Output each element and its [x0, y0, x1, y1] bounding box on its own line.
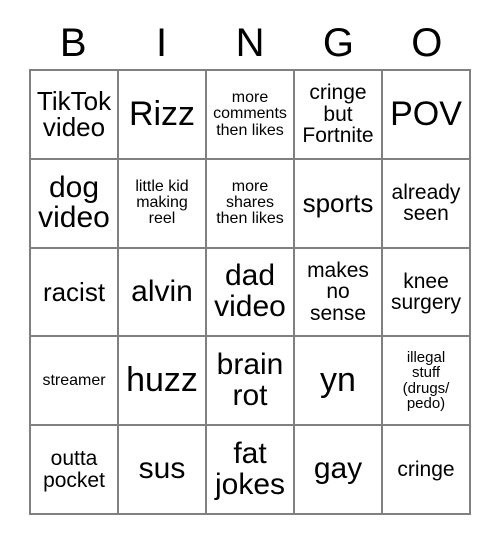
- bingo-cell-label: dog video: [38, 170, 110, 235]
- bingo-cell-label: Rizz: [128, 95, 196, 134]
- bingo-cell[interactable]: sus: [119, 426, 207, 515]
- bingo-cell-label: cringe: [397, 457, 455, 481]
- bingo-cell[interactable]: more comments then likes: [207, 71, 295, 160]
- bingo-cell[interactable]: outta pocket: [31, 426, 119, 515]
- bingo-cell-label: more comments then likes: [213, 88, 287, 139]
- bingo-cell[interactable]: racist: [31, 248, 119, 338]
- bingo-card: B I N G O TikTok video Rizz more comment…: [0, 0, 500, 544]
- bingo-cell[interactable]: makes no sense: [295, 248, 383, 338]
- bingo-cell-label: streamer: [42, 371, 106, 389]
- bingo-header-letter-o: O: [411, 20, 443, 65]
- bingo-cell-label: makes no sense: [307, 258, 369, 325]
- bingo-cell-label: cringe but Fortnite: [302, 81, 374, 148]
- bingo-cell[interactable]: fat jokes: [207, 426, 295, 515]
- bingo-cell[interactable]: little kid making reel: [119, 159, 207, 249]
- bingo-cell[interactable]: dad video: [207, 248, 295, 338]
- bingo-cell[interactable]: gay: [295, 426, 383, 515]
- bingo-cell-label: alvin: [131, 274, 193, 308]
- bingo-cell[interactable]: already seen: [383, 159, 471, 249]
- bingo-cell[interactable]: cringe: [383, 426, 471, 515]
- bingo-cell-label: yn: [320, 361, 356, 400]
- bingo-cell-label: gay: [313, 452, 363, 486]
- bingo-cell-label: more shares then likes: [216, 177, 284, 228]
- bingo-cell[interactable]: brain rot: [207, 337, 295, 427]
- bingo-cell-label: dad video: [214, 259, 286, 323]
- bingo-cell[interactable]: yn: [295, 337, 383, 427]
- bingo-cell-label: sus: [138, 452, 186, 486]
- bingo-cell[interactable]: sports: [295, 159, 383, 249]
- bingo-header-letter-b: B: [59, 20, 87, 65]
- bingo-cell-label: illegal stuff (drugs/ pedo): [402, 349, 450, 413]
- bingo-cell[interactable]: knee surgery: [383, 248, 471, 338]
- bingo-cell-label: outta pocket: [43, 447, 105, 492]
- bingo-cell-label: POV: [390, 95, 462, 134]
- bingo-header-letter-n: N: [235, 20, 265, 65]
- bingo-cell-label: brain rot: [216, 348, 284, 412]
- bingo-cell[interactable]: dog video: [31, 159, 119, 249]
- bingo-cell-label: huzz: [126, 361, 198, 400]
- bingo-cell[interactable]: POV: [383, 71, 471, 160]
- bingo-cell[interactable]: more shares then likes: [207, 159, 295, 249]
- bingo-cell-label: racist: [42, 276, 106, 307]
- bingo-cell-label: knee surgery: [390, 269, 462, 314]
- bingo-cell[interactable]: alvin: [119, 248, 207, 338]
- bingo-cell[interactable]: streamer: [31, 337, 119, 427]
- bingo-cell[interactable]: cringe but Fortnite: [295, 71, 383, 160]
- bingo-cell-label: little kid making reel: [135, 177, 189, 228]
- bingo-header-row: B I N G O: [29, 16, 471, 69]
- bingo-cell[interactable]: TikTok video: [31, 71, 119, 160]
- bingo-header-letter-g: G: [322, 20, 354, 65]
- bingo-cell-label: fat jokes: [214, 437, 286, 501]
- bingo-cell[interactable]: huzz: [119, 337, 207, 427]
- bingo-cell-label: sports: [302, 187, 374, 218]
- bingo-header-letter-i: I: [156, 20, 168, 65]
- bingo-cell[interactable]: Rizz: [119, 71, 207, 160]
- bingo-cell-label: TikTok video: [36, 85, 112, 143]
- bingo-cell-label: already seen: [391, 180, 461, 226]
- bingo-cell[interactable]: illegal stuff (drugs/ pedo): [383, 337, 471, 427]
- bingo-grid: TikTok video Rizz more comments then lik…: [29, 69, 471, 515]
